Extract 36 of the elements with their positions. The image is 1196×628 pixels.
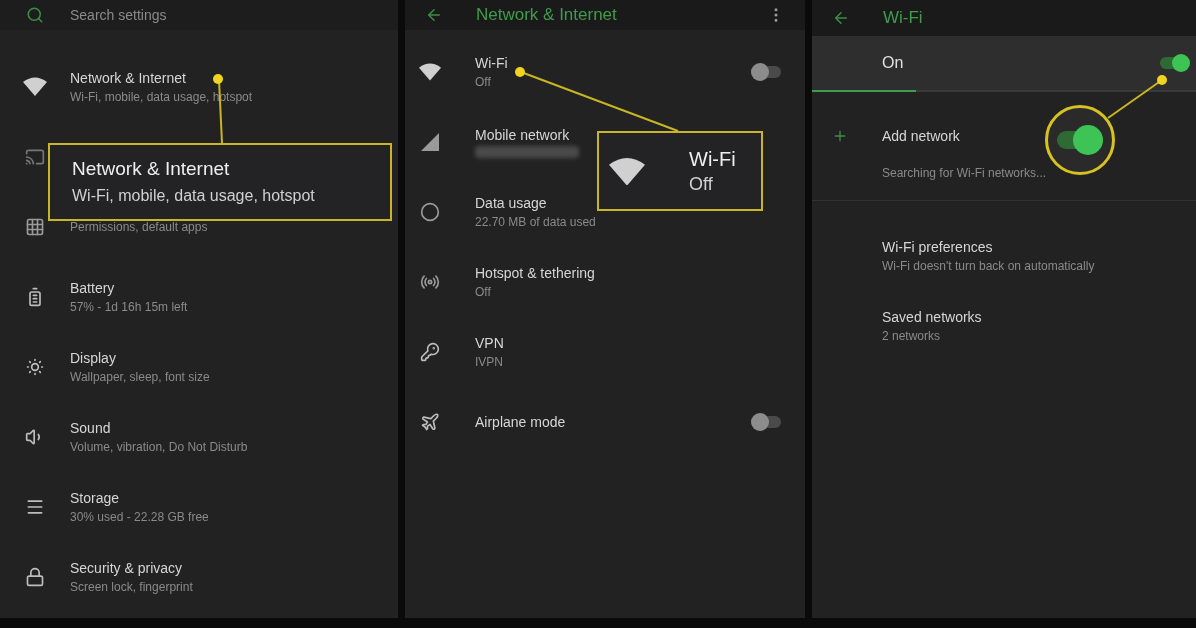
item-subtitle: Volume, vibration, Do Not Disturb — [70, 439, 248, 455]
item-title: Security & privacy — [70, 559, 184, 577]
item-subtitle: 57% - 1d 16h 15m left — [70, 299, 188, 315]
item-subtitle: Permissions, default apps — [70, 219, 208, 235]
item-subtitle: Off — [475, 284, 492, 300]
search-placeholder: Search settings — [70, 5, 167, 25]
item-title: Network & Internet — [70, 69, 187, 87]
callout-subtitle: Wi-Fi, mobile, data usage, hotspot — [72, 186, 316, 206]
item-subtitle: Wallpaper, sleep, font size — [70, 369, 210, 385]
item-subtitle: Off — [475, 74, 492, 90]
item-title: VPN — [475, 334, 504, 352]
item-title: Saved networks — [882, 308, 983, 326]
item-title: Sound — [70, 419, 112, 437]
item-title: Airplane mode — [475, 413, 566, 431]
callout-title: Wi-Fi — [689, 147, 736, 171]
item-title: Wi-Fi preferences — [882, 238, 994, 256]
item-title: Wi-Fi — [475, 54, 508, 72]
callout-subtitle: Off — [689, 173, 714, 195]
item-subtitle: 22.70 MB of data used — [475, 214, 596, 230]
item-title: Display — [70, 349, 117, 367]
item-title: Data usage — [475, 194, 548, 212]
item-subtitle: Wi-Fi doesn't turn back on automatically — [882, 258, 1096, 274]
item-title: Mobile network — [475, 126, 571, 144]
status-text: Searching for Wi-Fi networks... — [882, 165, 1047, 182]
item-title: Storage — [70, 489, 121, 507]
master-label: On — [882, 53, 904, 73]
item-title: Battery — [70, 279, 116, 297]
item-title: Hotspot & tethering — [475, 264, 595, 282]
item-subtitle: Screen lock, fingerprint — [70, 579, 193, 595]
header-title: Wi-Fi — [883, 7, 923, 30]
add-network-label: Add network — [882, 126, 960, 146]
item-subtitle: IVPN — [475, 354, 504, 370]
callout-title: Network & Internet — [72, 158, 231, 180]
item-subtitle: 30% used - 22.28 GB free — [70, 509, 209, 525]
header-title: Network & Internet — [476, 4, 617, 27]
item-subtitle: 2 networks — [882, 328, 942, 344]
